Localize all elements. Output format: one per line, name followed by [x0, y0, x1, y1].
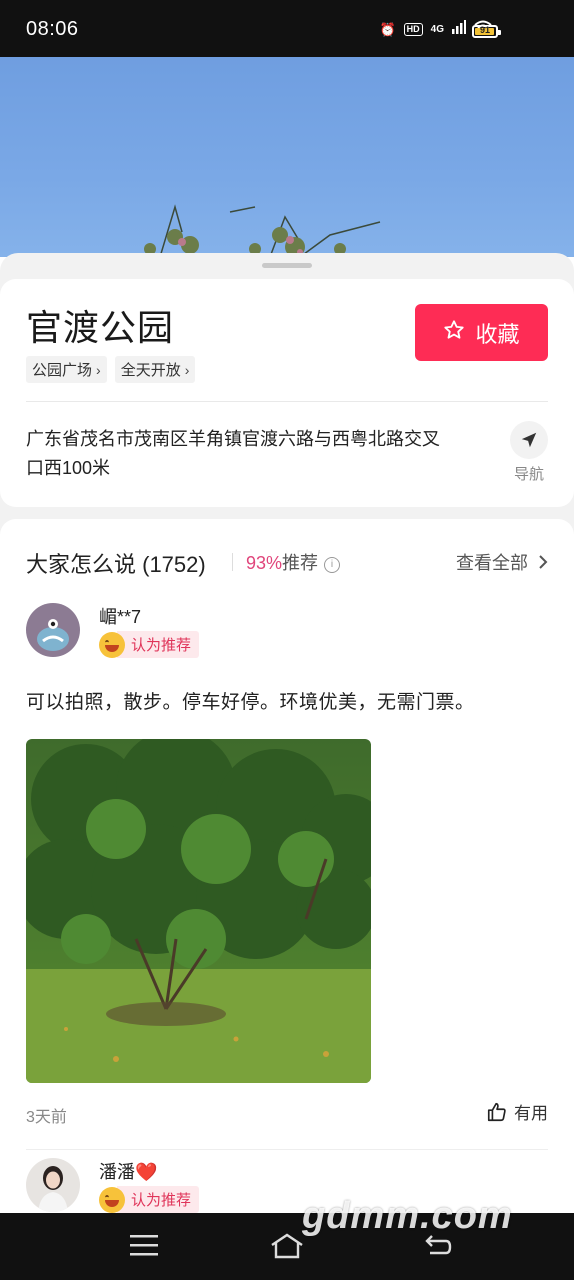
badge-label: 认为推荐: [117, 1186, 200, 1213]
review-text: 可以拍照，散步。停车好停。环境优美，无需门票。: [26, 692, 475, 713]
favorite-label: 收藏: [475, 321, 520, 347]
battery-icon: 91: [472, 25, 501, 38]
star-icon: [443, 319, 465, 347]
info-icon[interactable]: i: [324, 557, 341, 573]
see-all-label: 查看全部: [456, 553, 528, 573]
avatar[interactable]: [26, 603, 80, 657]
menu-icon[interactable]: [130, 1233, 158, 1262]
divider: [26, 401, 548, 402]
network-label: 4G: [430, 23, 444, 35]
signal-icon: [452, 20, 466, 39]
reviews-card: 大家怎么说 (1752) 93%推荐 i 查看全部 嵋**7 认为推荐 可以拍照…: [0, 519, 574, 1239]
watermark: gdmm.com: [302, 1195, 513, 1237]
battery-level: 91: [479, 25, 490, 35]
review-username[interactable]: 嵋**7: [99, 603, 141, 629]
divider: [232, 553, 233, 571]
review-photo[interactable]: [26, 739, 371, 1083]
navigation-arrow-icon: [510, 421, 548, 459]
place-tags: 公园广场 › 全天开放 ›: [26, 356, 196, 383]
place-info-card: 官渡公园 公园广场 › 全天开放 › 收藏 广东省茂名市茂南区羊角镇官渡六路与西…: [0, 279, 574, 507]
grinning-emoji-icon: [99, 631, 125, 658]
chevron-right-icon: ›: [184, 361, 190, 378]
divider: [26, 1149, 548, 1150]
hd-icon: HD: [403, 23, 423, 36]
status-time: 08:06: [26, 18, 79, 40]
see-all-link[interactable]: 查看全部: [456, 549, 548, 575]
grinning-emoji-icon: [99, 1186, 125, 1213]
hero-image[interactable]: [0, 57, 574, 257]
review-item: 嵋**7 认为推荐 可以拍照，散步。停车好停。环境优美，无需门票。 3天前 有用: [26, 603, 548, 1163]
tag-label: 公园广场: [32, 362, 93, 379]
reviews-title: 大家怎么说 (1752): [26, 552, 206, 577]
recommend-rate: 93%推荐 i: [246, 549, 341, 575]
tag-category[interactable]: 公园广场 ›: [26, 356, 107, 383]
status-bar: 08:06 ⏰ HD 4G 91: [0, 0, 574, 57]
place-title: 官渡公园: [26, 307, 175, 348]
chevron-right-icon: [539, 555, 548, 569]
avatar[interactable]: [26, 1158, 80, 1212]
recommend-badge: 认为推荐: [99, 1186, 200, 1213]
thumbs-up-icon: [487, 1102, 506, 1121]
sheet-drag-handle[interactable]: [262, 263, 312, 268]
badge-label: 认为推荐: [117, 631, 200, 658]
alarm-icon: ⏰: [379, 21, 396, 37]
useful-label: 有用: [514, 1104, 548, 1123]
navigate-label: 导航: [513, 466, 544, 483]
navigate-button[interactable]: 导航: [510, 421, 548, 484]
review-username[interactable]: 潘潘❤️: [99, 1158, 157, 1184]
recommend-label: 推荐: [282, 553, 319, 573]
recommend-badge: 认为推荐: [99, 631, 200, 658]
detail-sheet: 官渡公园 公园广场 › 全天开放 › 收藏 广东省茂名市茂南区羊角镇官渡六路与西…: [0, 253, 574, 1239]
review-time: 3天前: [26, 1109, 67, 1126]
useful-button[interactable]: 有用: [486, 1099, 548, 1124]
favorite-button[interactable]: 收藏: [415, 304, 548, 361]
chevron-right-icon: ›: [96, 361, 101, 378]
home-icon[interactable]: [270, 1233, 304, 1264]
reviews-header: 大家怎么说 (1752) 93%推荐 i 查看全部: [26, 547, 548, 577]
tag-hours[interactable]: 全天开放 ›: [114, 356, 196, 383]
tag-label: 全天开放: [120, 362, 181, 379]
recommend-percent: 93%: [246, 553, 283, 573]
place-address: 广东省茂名市茂南区羊角镇官渡六路与西粤北路交叉口西100米: [26, 429, 440, 478]
